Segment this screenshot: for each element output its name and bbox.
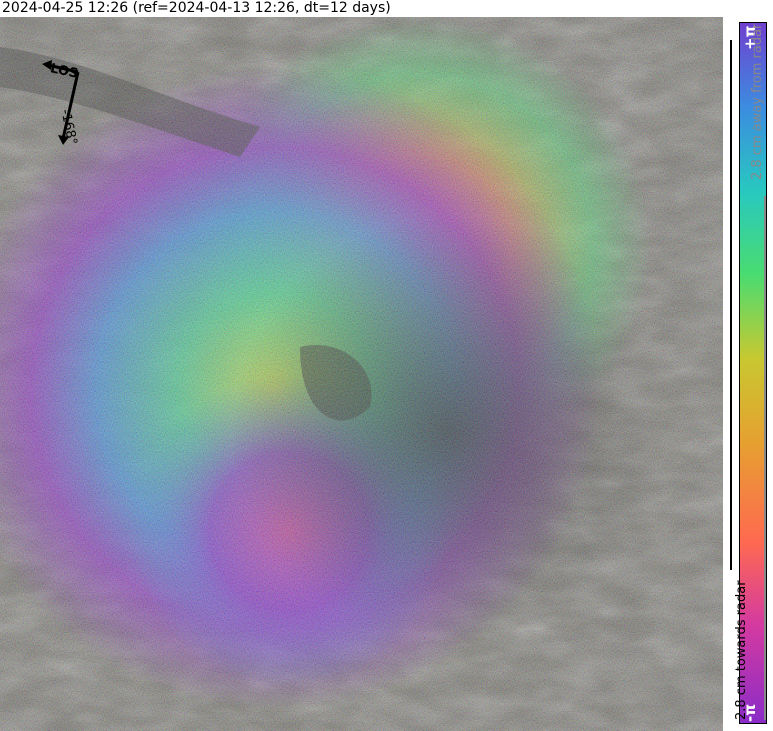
map-title: 2024-04-25 12:26 (ref=2024-04-13 12:26, … <box>2 0 391 16</box>
towards-arrow-line <box>730 40 732 570</box>
away-from-radar-label: 2.8 cm away from radar <box>750 23 765 180</box>
towards-radar-label: 2.8 cm towards radar <box>734 580 749 720</box>
away-arrow-line <box>764 196 766 720</box>
los-indicator: LOS -168° <box>0 17 130 157</box>
